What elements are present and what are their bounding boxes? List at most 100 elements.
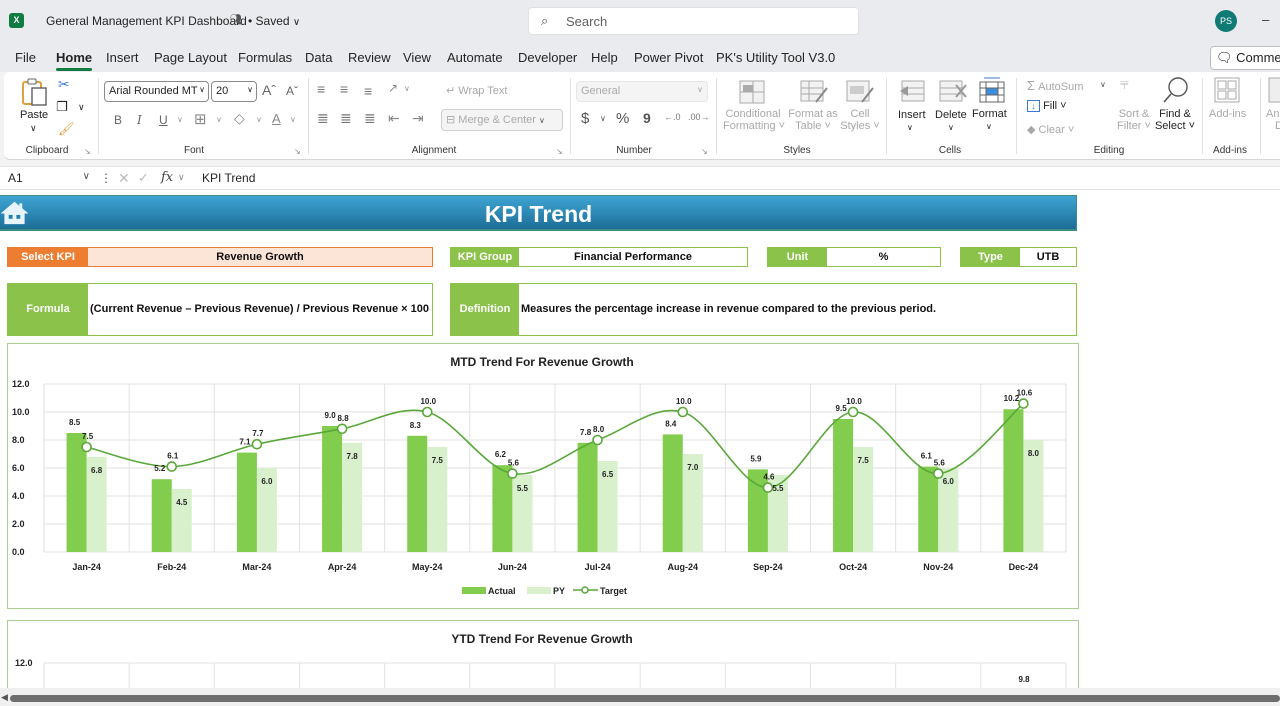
format-painter-icon[interactable]: 🖌︎	[58, 121, 75, 137]
share-people-icon[interactable]: 👥︎	[229, 13, 243, 26]
align-right-icon[interactable]: ≣	[364, 110, 376, 127]
tab-help[interactable]: Help	[591, 50, 618, 65]
cell-styles-button[interactable]: Cell Styles ˅	[840, 108, 880, 132]
font-launcher-icon[interactable]: ↘	[294, 147, 301, 156]
tab-automate[interactable]: Automate	[447, 50, 503, 65]
chevron-down-icon[interactable]: ∨	[290, 115, 296, 124]
chevron-down-icon[interactable]: ∨	[600, 114, 606, 123]
sort-filter-icon[interactable]: ⫧	[1120, 76, 1129, 94]
delete-cells-icon[interactable]	[938, 79, 968, 103]
chevron-down-icon[interactable]: ∨	[256, 115, 262, 124]
document-title[interactable]: General Management KPI Dashboard	[46, 14, 247, 28]
fill-color-icon[interactable]: ◇	[234, 110, 245, 127]
underline-button[interactable]: U	[159, 113, 168, 127]
add-ins-icon[interactable]	[1214, 76, 1240, 104]
chevron-down-icon[interactable]: ∨	[1100, 80, 1106, 89]
tab-file[interactable]: File	[15, 50, 36, 65]
find-magnifier-icon[interactable]	[1162, 76, 1190, 104]
conditional-formatting-icon[interactable]	[739, 80, 765, 104]
cancel-icon[interactable]: ✕	[118, 170, 130, 187]
delete-cells-button[interactable]: Delete	[935, 109, 967, 121]
number-launcher-icon[interactable]: ↘	[701, 147, 708, 156]
decrease-indent-icon[interactable]: ⇤	[388, 110, 400, 127]
bold-button[interactable]: B	[114, 113, 122, 127]
tab-pk-utility[interactable]: PK's Utility Tool V3.0	[716, 50, 835, 65]
fill-button[interactable]: ↓ Fill ˅	[1027, 100, 1067, 112]
worksheet[interactable]: KPI Trend Select KPI Revenue Growth KPI …	[0, 190, 1280, 688]
chevron-down-icon[interactable]: ∨	[404, 84, 410, 93]
font-color-icon[interactable]: A	[272, 111, 281, 126]
borders-icon[interactable]: ⊞	[194, 110, 207, 128]
copy-icon[interactable]: ❐	[56, 99, 68, 115]
insert-function-button[interactable]: fx	[161, 170, 173, 185]
add-ins-button[interactable]: Add-ins	[1209, 108, 1246, 120]
analyze-data-icon[interactable]	[1268, 76, 1280, 104]
tab-page-layout[interactable]: Page Layout	[154, 50, 227, 65]
search-box[interactable]: ⌕ Search	[528, 7, 859, 35]
autosum-button[interactable]: Σ AutoSum	[1027, 78, 1083, 93]
clipboard-launcher-icon[interactable]: ↘	[84, 147, 91, 156]
align-center-icon[interactable]: ≣	[340, 110, 352, 127]
sort-filter-button[interactable]: Sort & Filter ˅	[1115, 108, 1153, 132]
alignment-launcher-icon[interactable]: ↘	[556, 147, 563, 156]
format-as-table-button[interactable]: Format as Table ˅	[785, 108, 841, 132]
select-kpi-field[interactable]: Select KPI Revenue Growth	[7, 247, 433, 267]
format-cells-button[interactable]: Format	[972, 108, 1007, 120]
chevron-down-icon[interactable]: ∨	[986, 122, 992, 131]
wrap-text-button[interactable]: ↵ Wrap Text	[446, 84, 507, 97]
currency-button[interactable]: $	[581, 110, 589, 127]
tab-formulas[interactable]: Formulas	[238, 50, 292, 65]
increase-decimal-button[interactable]: ←.0	[664, 112, 681, 122]
horizontal-scrollbar[interactable]: ◀	[0, 688, 1280, 706]
formula-input[interactable]: KPI Trend	[202, 171, 255, 185]
conditional-formatting-button[interactable]: Conditional Formatting ˅	[723, 108, 785, 132]
tab-developer[interactable]: Developer	[518, 50, 577, 65]
align-bottom-icon[interactable]: ≡	[364, 83, 372, 99]
clear-button[interactable]: ◆ Clear ˅	[1027, 123, 1074, 136]
insert-cells-button[interactable]: Insert	[898, 109, 926, 121]
percent-button[interactable]: %	[616, 110, 629, 127]
dashboard-banner[interactable]: KPI Trend	[0, 195, 1077, 231]
tab-data[interactable]: Data	[305, 50, 332, 65]
format-cells-icon[interactable]	[978, 76, 1006, 104]
chevron-down-icon[interactable]: ∨	[177, 115, 183, 124]
cut-icon[interactable]: ✂	[58, 76, 70, 93]
name-box[interactable]: A1 ∨	[2, 169, 94, 189]
mtd-chart[interactable]: MTD Trend For Revenue Growth 0.0 2.0 4.0 6.…	[7, 343, 1079, 609]
tab-view[interactable]: View	[403, 50, 431, 65]
tab-insert[interactable]: Insert	[106, 50, 139, 65]
enter-icon[interactable]: ✓	[138, 170, 149, 186]
saved-status[interactable]: • Saved ∨	[248, 14, 300, 28]
chevron-down-icon[interactable]: ∨	[907, 123, 913, 132]
more-options-icon[interactable]: ⋮	[100, 171, 112, 185]
insert-cells-icon[interactable]	[898, 79, 926, 103]
decrease-font-icon[interactable]: Aˇ	[286, 84, 298, 98]
scroll-left-icon[interactable]: ◀	[1, 692, 8, 703]
minimize-button[interactable]: –	[1262, 12, 1269, 27]
increase-font-icon[interactable]: Aˆ	[262, 82, 276, 98]
italic-button[interactable]: I	[137, 113, 142, 127]
increase-indent-icon[interactable]: ⇥	[412, 110, 424, 127]
find-select-button[interactable]: Find & Select ˅	[1154, 108, 1196, 132]
cell-styles-icon[interactable]	[846, 80, 874, 104]
tab-power-pivot[interactable]: Power Pivot	[634, 50, 703, 65]
chevron-down-icon[interactable]: ∨	[216, 115, 222, 124]
decrease-decimal-button[interactable]: .00→	[688, 112, 710, 122]
comments-button[interactable]: 🗨︎ Comments	[1210, 46, 1280, 70]
font-name-select[interactable]: Arial Rounded MT ∨	[104, 81, 209, 102]
ytd-chart[interactable]: YTD Trend For Revenue Growth 12.0 9.8	[7, 620, 1079, 688]
tab-home[interactable]: Home	[56, 50, 93, 71]
paste-chevron-icon[interactable]: ∨	[30, 123, 37, 134]
scrollbar-thumb[interactable]	[10, 695, 1280, 702]
paste-button[interactable]: Paste	[20, 109, 48, 121]
number-format-select[interactable]: General ∨	[576, 81, 708, 102]
comma-style-button[interactable]: 9	[643, 110, 651, 126]
chevron-down-icon[interactable]: ∨	[948, 123, 954, 132]
font-size-select[interactable]: 20 ∨	[211, 81, 257, 102]
align-top-icon[interactable]: ≡	[317, 81, 325, 97]
user-avatar[interactable]: PS	[1215, 10, 1237, 32]
chevron-down-icon[interactable]: ∨	[178, 172, 185, 183]
select-kpi-dropdown[interactable]: Revenue Growth	[88, 248, 432, 266]
align-middle-icon[interactable]: ≡	[340, 81, 348, 97]
format-as-table-icon[interactable]	[800, 80, 828, 104]
